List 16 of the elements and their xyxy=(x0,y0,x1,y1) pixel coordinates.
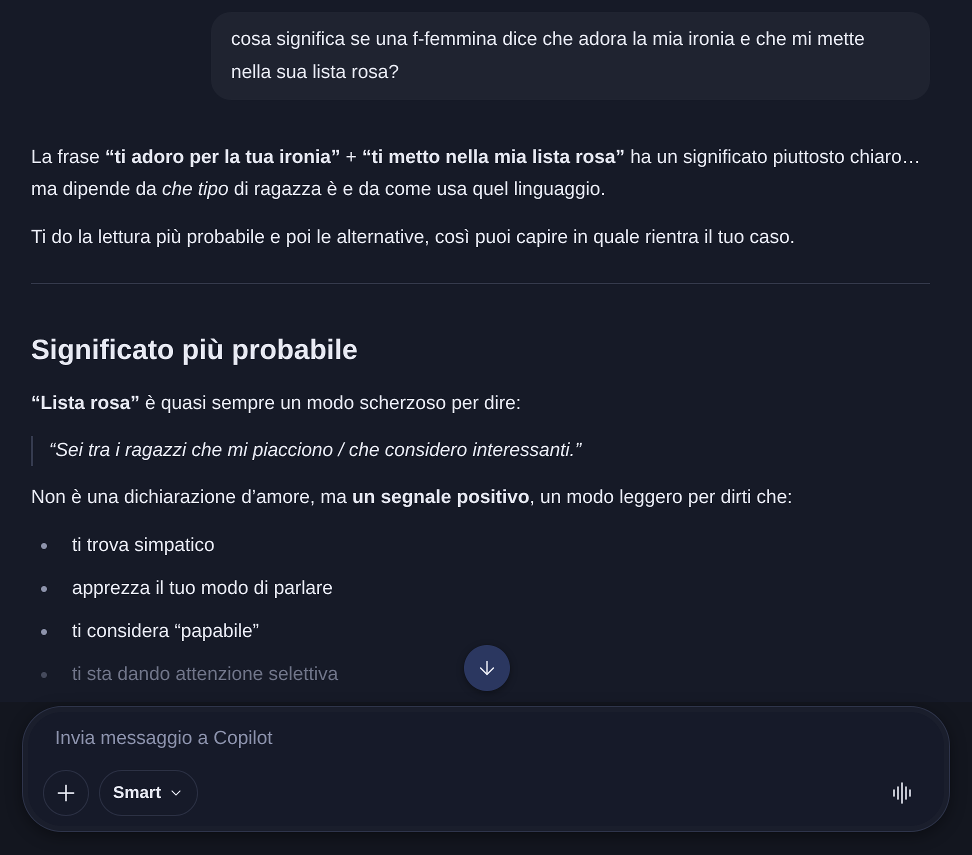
response-paragraph: “Lista rosa” è quasi sempre un modo scherzoso per dire: xyxy=(31,392,522,416)
mode-dropdown[interactable]: Smart xyxy=(99,770,198,816)
list-item-text: ti sta dando attenzione selettiva xyxy=(72,663,338,687)
response-paragraph: Ti do la lettura più probabile e poi le alternative, così puoi capire in quale rientra il tuo caso. xyxy=(31,226,796,250)
response-paragraph: Non è una dichiarazione d’amore, ma un segnale positivo, un modo leggero per dirti che: xyxy=(31,486,794,510)
section-heading: Significato più probabile xyxy=(31,333,359,367)
list-item-text: ti considera “papabile” xyxy=(72,620,259,644)
user-message-text: cosa significa se una f-femmina dice che adora la mia ironia e che mi mette nella sua lista rosa? xyxy=(231,28,866,85)
message-input[interactable]: Invia messaggio a Copilot xyxy=(43,726,929,752)
response-paragraph: La frase “ti adoro per la tua ironia” + “ti metto nella mia lista rosa” ha un significato piuttosto chiaro… ma dipende da che tipo di ragazza è e da come usa quel linguaggio. xyxy=(31,146,922,202)
list-item-text: ti trova simpatico xyxy=(72,534,215,558)
scroll-down-button[interactable] xyxy=(464,645,510,691)
add-button[interactable] xyxy=(43,770,89,816)
audio-waveform-icon xyxy=(892,782,914,804)
block-quote: “Sei tra i ragazzi che mi piacciono / che considero interessanti.” xyxy=(49,439,583,463)
list-item-text: apprezza il tuo modo di parlare xyxy=(72,577,333,601)
